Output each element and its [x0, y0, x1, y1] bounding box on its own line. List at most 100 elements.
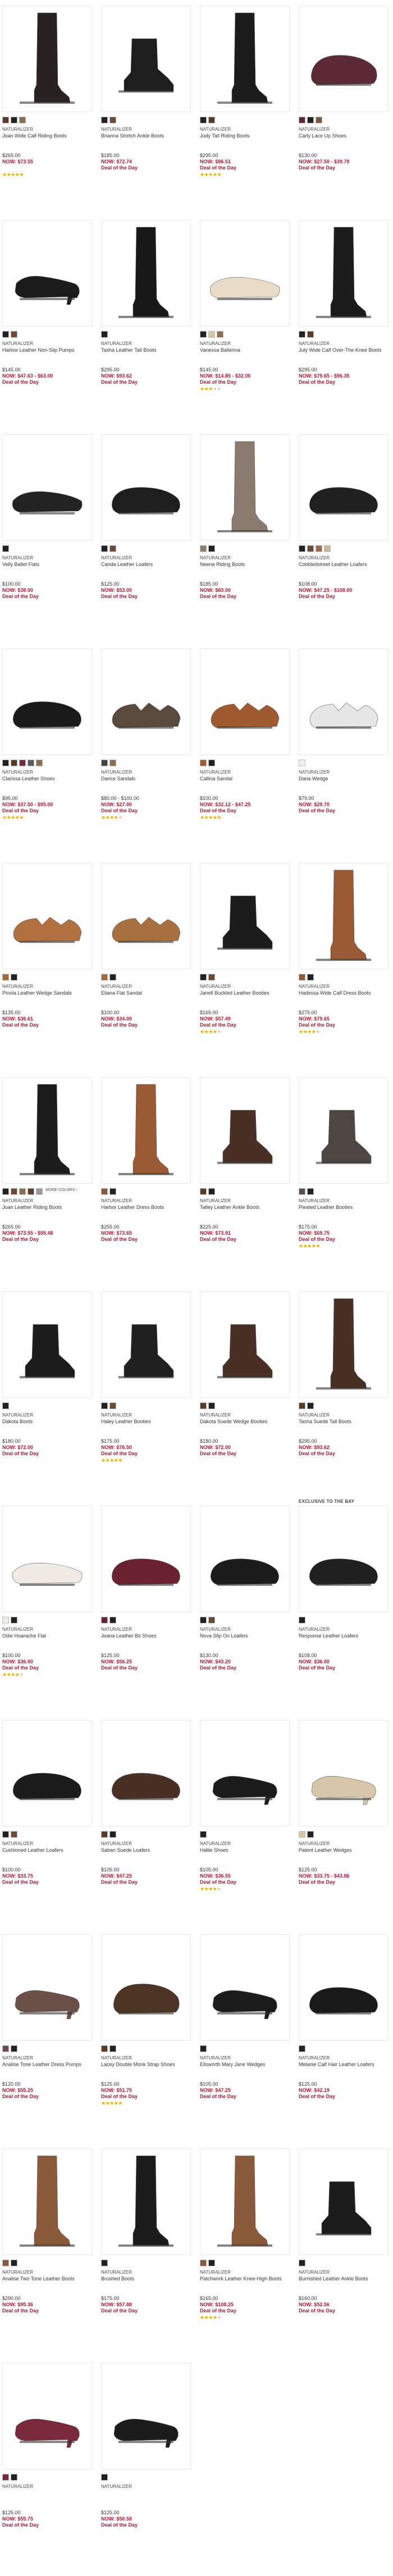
color-swatch[interactable] [208, 331, 215, 338]
product-image-link[interactable] [200, 2149, 290, 2255]
color-swatch[interactable] [299, 1617, 305, 1623]
color-swatch[interactable] [109, 1617, 116, 1623]
product-image-link[interactable] [101, 434, 191, 541]
product-card[interactable]: NATURALIZER Clarissa Leather Shoes $95.00 N… [2, 648, 92, 856]
color-swatch[interactable] [11, 2260, 17, 2266]
product-name[interactable]: Hallie Shoes [200, 1847, 290, 1853]
product-image-link[interactable] [200, 1934, 290, 2041]
product-card[interactable]: NATURALIZER Brushed Boots $175.00 NOW: $57.… [101, 2149, 191, 2356]
product-card[interactable]: NATURALIZER Odie Huarache Flat $100.00 NOW:… [2, 1506, 92, 1713]
product-name[interactable]: Dakota Boots [2, 1419, 92, 1425]
product-card[interactable]: NATURALIZER Dana Wedge $79.00 NOW: $29.70 De… [299, 648, 389, 856]
product-card[interactable]: NATURALIZER Haley Leather Booties $175.00 N… [101, 1291, 191, 1499]
color-swatch[interactable] [299, 1188, 305, 1195]
product-image-link[interactable] [299, 220, 389, 326]
product-name[interactable]: Vanessa Ballerina [200, 347, 290, 353]
product-name[interactable]: Brianna Stretch Ankle Boots [101, 133, 191, 139]
product-name[interactable]: Eliana Flat Sandal [101, 990, 191, 996]
product-card[interactable]: NATURALIZER Cushioned Leather Loafers $100… [2, 1720, 92, 1928]
color-swatch[interactable] [19, 760, 26, 766]
product-name[interactable]: Analise Two Tone Leather Boots [2, 2276, 92, 2282]
color-swatch[interactable] [200, 974, 207, 981]
color-swatch[interactable] [208, 974, 215, 981]
color-swatch[interactable] [208, 2260, 215, 2266]
product-name[interactable]: Ellsworth Mary Jane Wedges [200, 2062, 290, 2068]
color-swatch[interactable] [2, 974, 9, 981]
product-card[interactable]: NATURALIZER Joana Leather Bit Shoes $125.0… [101, 1506, 191, 1713]
color-swatch[interactable] [109, 1188, 116, 1195]
product-card[interactable]: NATURALIZER Neena Riding Boots $185.00 NOW:… [200, 434, 290, 642]
product-name[interactable]: Haley Leather Booties [101, 1419, 191, 1425]
product-image-link[interactable] [299, 1506, 389, 1612]
product-image-link[interactable] [101, 6, 191, 112]
color-swatch[interactable] [11, 974, 17, 981]
color-swatch[interactable] [200, 2260, 207, 2266]
color-swatch[interactable] [299, 2045, 305, 2052]
color-swatch[interactable] [200, 1402, 207, 1409]
product-name[interactable]: Nova Slip On Loafers [200, 1633, 290, 1639]
product-image-link[interactable] [299, 1291, 389, 1398]
color-swatch[interactable] [299, 117, 305, 123]
color-swatch[interactable] [36, 1188, 43, 1195]
product-card[interactable]: NATURALIZER Canda Leather Loafers $125.00 N… [101, 434, 191, 642]
product-card[interactable]: NATURALIZER Ellsworth Mary Jane Wedges $10… [200, 1934, 290, 2142]
product-card[interactable]: NATURALIZER Dance Sandals $80.00 - $100.00… [101, 648, 191, 856]
color-swatch[interactable] [2, 117, 9, 123]
product-image-link[interactable] [299, 1720, 389, 1827]
product-name[interactable]: Patchwork Leather Knee-High Boots [200, 2276, 290, 2282]
product-card[interactable]: NATURALIZER Nova Slip On Loafers $130.00 NO… [200, 1506, 290, 1713]
product-card[interactable]: NATURALIZER Callina Sandal $100.00 NOW: $32… [200, 648, 290, 856]
color-swatch[interactable] [200, 331, 207, 338]
color-swatch[interactable] [307, 1831, 314, 1838]
color-swatch[interactable] [200, 2045, 207, 2052]
color-swatch[interactable] [200, 1188, 207, 1195]
product-name[interactable]: Judy Tall Riding Boots [200, 133, 290, 139]
product-name[interactable]: Carly Lace Up Shoes [299, 133, 389, 139]
product-card[interactable]: NATURALIZER Tasha Leather Tall Boots $295.… [101, 220, 191, 427]
color-swatch[interactable] [307, 1402, 314, 1409]
product-card[interactable]: NATURALIZER Patchwork Leather Knee-High B… [200, 2149, 290, 2356]
product-name[interactable]: Burnished Leather Ankle Boots [299, 2276, 389, 2282]
product-image-link[interactable] [2, 1506, 92, 1612]
product-name[interactable]: Cobbledstreet Leather Loafers [299, 562, 389, 568]
product-card[interactable]: NATURALIZER Patent Leather Wedges $125.00 N… [299, 1720, 389, 1928]
color-swatch[interactable] [109, 545, 116, 552]
product-name[interactable]: Pleated Leather Booties [299, 1204, 389, 1211]
product-image-link[interactable] [101, 220, 191, 326]
product-image-link[interactable] [299, 648, 389, 755]
product-name[interactable]: Talley Leather Ankle Boots [200, 1204, 290, 1211]
color-swatch[interactable] [101, 117, 108, 123]
product-name[interactable]: Juan Leather Riding Boots [2, 1204, 92, 1211]
product-name[interactable]: Patent Leather Wedges [299, 1847, 389, 1853]
product-image-link[interactable] [200, 220, 290, 326]
product-card[interactable]: NATURALIZER Pinola Leather Wedge Sandals $… [2, 863, 92, 1070]
product-image-link[interactable] [200, 1506, 290, 1612]
product-image-link[interactable] [200, 648, 290, 755]
color-swatch[interactable] [324, 545, 331, 552]
color-swatch[interactable] [11, 117, 17, 123]
product-name[interactable]: Dakota Suede Wedge Booties [200, 1419, 290, 1425]
color-swatch[interactable] [11, 1831, 17, 1838]
product-card[interactable]: NATURALIZER Brianna Stretch Ankle Boots $1… [101, 6, 191, 213]
product-name[interactable]: Dance Sandals [101, 776, 191, 782]
color-swatch[interactable] [2, 2474, 9, 2481]
product-card[interactable]: NATURALIZER Carly Lace Up Shoes $130.00 NOW… [299, 6, 389, 213]
product-card[interactable]: NATURALIZER Melanie Calf Hair Leather Loa… [299, 1934, 389, 2142]
color-swatch[interactable] [299, 760, 305, 766]
color-swatch[interactable] [109, 974, 116, 981]
product-image-link[interactable] [2, 6, 92, 112]
product-image-link[interactable] [299, 434, 389, 541]
product-name[interactable]: Lacey Double Monk Strap Shoes [101, 2062, 191, 2068]
product-card[interactable]: NATURALIZER Analise Two Tone Leather Boot… [2, 2149, 92, 2356]
product-name[interactable]: Janell Buckled Leather Booties [200, 990, 290, 996]
product-image-link[interactable] [101, 2363, 191, 2469]
product-card[interactable]: NATURALIZER Pleated Leather Booties $175.0… [299, 1077, 389, 1285]
product-image-link[interactable] [200, 1720, 290, 1827]
color-swatch[interactable] [19, 1188, 26, 1195]
color-swatch[interactable] [200, 760, 207, 766]
color-swatch[interactable] [307, 974, 314, 981]
color-swatch[interactable] [208, 117, 215, 123]
product-card[interactable]: NATURALIZER Judy Tall Riding Boots $295.00… [200, 6, 290, 213]
product-card[interactable]: EXCLUSIVE TO THE BAY NATURALIZER Response … [299, 1499, 389, 1713]
product-name[interactable]: Cushioned Leather Loafers [2, 1847, 92, 1853]
